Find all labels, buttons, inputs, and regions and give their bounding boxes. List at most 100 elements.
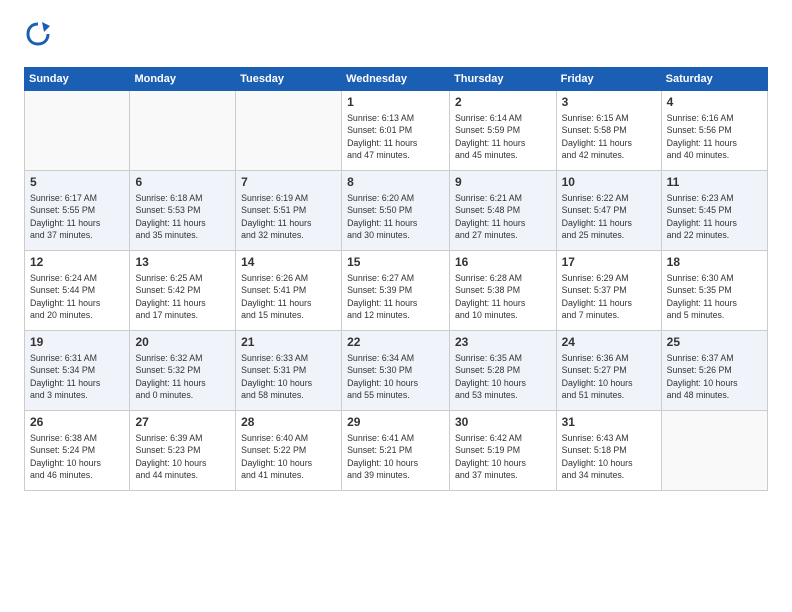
day-number: 2 <box>455 95 551 109</box>
day-info: Sunrise: 6:24 AM Sunset: 5:44 PM Dayligh… <box>30 272 124 321</box>
day-info: Sunrise: 6:34 AM Sunset: 5:30 PM Dayligh… <box>347 352 444 401</box>
calendar-cell <box>25 91 130 171</box>
calendar-cell: 12 Sunrise: 6:24 AM Sunset: 5:44 PM Dayli… <box>25 251 130 331</box>
calendar-cell: 7 Sunrise: 6:19 AM Sunset: 5:51 PM Daylig… <box>236 171 342 251</box>
day-info: Sunrise: 6:37 AM Sunset: 5:26 PM Dayligh… <box>667 352 762 401</box>
calendar-cell: 4 Sunrise: 6:16 AM Sunset: 5:56 PM Daylig… <box>661 91 767 171</box>
day-info: Sunrise: 6:19 AM Sunset: 5:51 PM Dayligh… <box>241 192 336 241</box>
weekday-header-saturday: Saturday <box>661 68 767 91</box>
day-info: Sunrise: 6:29 AM Sunset: 5:37 PM Dayligh… <box>562 272 656 321</box>
day-info: Sunrise: 6:36 AM Sunset: 5:27 PM Dayligh… <box>562 352 656 401</box>
calendar-cell <box>236 91 342 171</box>
calendar-cell: 24Sunrise: 6:36 AM Sunset: 5:27 PM Dayli… <box>556 331 661 411</box>
day-info: Sunrise: 6:26 AM Sunset: 5:41 PM Dayligh… <box>241 272 336 321</box>
calendar-week-row: 19 Sunrise: 6:31 AM Sunset: 5:34 PM Dayli… <box>25 331 768 411</box>
calendar-cell: 2 Sunrise: 6:14 AM Sunset: 5:59 PM Daylig… <box>450 91 557 171</box>
calendar-cell: 25 Sunrise: 6:37 AM Sunset: 5:26 PM Dayli… <box>661 331 767 411</box>
day-number: 6 <box>135 175 230 189</box>
day-info: Sunrise: 6:25 AM Sunset: 5:42 PM Dayligh… <box>135 272 230 321</box>
page: SundayMondayTuesdayWednesdayThursdayFrid… <box>0 0 792 612</box>
weekday-header-monday: Monday <box>130 68 236 91</box>
calendar-cell: 23 Sunrise: 6:35 AM Sunset: 5:28 PM Dayli… <box>450 331 557 411</box>
day-number: 8 <box>347 175 444 189</box>
day-number: 13 <box>135 255 230 269</box>
day-number: 5 <box>30 175 124 189</box>
day-number: 1 <box>347 95 444 109</box>
day-info: Sunrise: 6:41 AM Sunset: 5:21 PM Dayligh… <box>347 432 444 481</box>
day-number: 19 <box>30 335 124 349</box>
day-number: 10 <box>562 175 656 189</box>
day-info: Sunrise: 6:27 AM Sunset: 5:39 PM Dayligh… <box>347 272 444 321</box>
day-info: Sunrise: 6:20 AM Sunset: 5:50 PM Dayligh… <box>347 192 444 241</box>
calendar-cell: 18Sunrise: 6:30 AM Sunset: 5:35 PM Dayli… <box>661 251 767 331</box>
day-info: Sunrise: 6:33 AM Sunset: 5:31 PM Dayligh… <box>241 352 336 401</box>
day-number: 20 <box>135 335 230 349</box>
day-info: Sunrise: 6:14 AM Sunset: 5:59 PM Dayligh… <box>455 112 551 161</box>
day-number: 25 <box>667 335 762 349</box>
calendar-cell: 26 Sunrise: 6:38 AM Sunset: 5:24 PM Dayli… <box>25 411 130 491</box>
header <box>24 20 768 53</box>
day-info: Sunrise: 6:32 AM Sunset: 5:32 PM Dayligh… <box>135 352 230 401</box>
day-info: Sunrise: 6:28 AM Sunset: 5:38 PM Dayligh… <box>455 272 551 321</box>
weekday-header-wednesday: Wednesday <box>342 68 450 91</box>
day-number: 26 <box>30 415 124 429</box>
day-number: 14 <box>241 255 336 269</box>
calendar-cell: 30Sunrise: 6:42 AM Sunset: 5:19 PM Dayli… <box>450 411 557 491</box>
calendar-cell: 31Sunrise: 6:43 AM Sunset: 5:18 PM Dayli… <box>556 411 661 491</box>
day-info: Sunrise: 6:38 AM Sunset: 5:24 PM Dayligh… <box>30 432 124 481</box>
calendar-cell <box>130 91 236 171</box>
calendar-cell: 15 Sunrise: 6:27 AM Sunset: 5:39 PM Dayli… <box>342 251 450 331</box>
calendar: SundayMondayTuesdayWednesdayThursdayFrid… <box>24 67 768 491</box>
day-number: 27 <box>135 415 230 429</box>
logo <box>24 20 56 53</box>
day-number: 30 <box>455 415 551 429</box>
day-number: 3 <box>562 95 656 109</box>
calendar-cell: 11Sunrise: 6:23 AM Sunset: 5:45 PM Dayli… <box>661 171 767 251</box>
calendar-cell: 21 Sunrise: 6:33 AM Sunset: 5:31 PM Dayli… <box>236 331 342 411</box>
calendar-cell: 5 Sunrise: 6:17 AM Sunset: 5:55 PM Daylig… <box>25 171 130 251</box>
day-number: 12 <box>30 255 124 269</box>
day-number: 17 <box>562 255 656 269</box>
day-number: 29 <box>347 415 444 429</box>
calendar-cell: 14 Sunrise: 6:26 AM Sunset: 5:41 PM Dayli… <box>236 251 342 331</box>
calendar-week-row: 26 Sunrise: 6:38 AM Sunset: 5:24 PM Dayli… <box>25 411 768 491</box>
day-info: Sunrise: 6:13 AM Sunset: 6:01 PM Dayligh… <box>347 112 444 161</box>
calendar-cell: 27 Sunrise: 6:39 AM Sunset: 5:23 PM Dayli… <box>130 411 236 491</box>
day-number: 4 <box>667 95 762 109</box>
day-info: Sunrise: 6:30 AM Sunset: 5:35 PM Dayligh… <box>667 272 762 321</box>
logo-icon <box>24 20 52 48</box>
day-info: Sunrise: 6:35 AM Sunset: 5:28 PM Dayligh… <box>455 352 551 401</box>
day-number: 21 <box>241 335 336 349</box>
calendar-cell: 17 Sunrise: 6:29 AM Sunset: 5:37 PM Dayli… <box>556 251 661 331</box>
calendar-cell: 29 Sunrise: 6:41 AM Sunset: 5:21 PM Dayli… <box>342 411 450 491</box>
calendar-cell: 10 Sunrise: 6:22 AM Sunset: 5:47 PM Dayli… <box>556 171 661 251</box>
weekday-header-thursday: Thursday <box>450 68 557 91</box>
day-info: Sunrise: 6:22 AM Sunset: 5:47 PM Dayligh… <box>562 192 656 241</box>
day-number: 31 <box>562 415 656 429</box>
day-info: Sunrise: 6:31 AM Sunset: 5:34 PM Dayligh… <box>30 352 124 401</box>
day-number: 23 <box>455 335 551 349</box>
day-number: 7 <box>241 175 336 189</box>
day-number: 9 <box>455 175 551 189</box>
calendar-header-row: SundayMondayTuesdayWednesdayThursdayFrid… <box>25 68 768 91</box>
day-info: Sunrise: 6:16 AM Sunset: 5:56 PM Dayligh… <box>667 112 762 161</box>
day-number: 28 <box>241 415 336 429</box>
calendar-cell: 9 Sunrise: 6:21 AM Sunset: 5:48 PM Daylig… <box>450 171 557 251</box>
day-info: Sunrise: 6:17 AM Sunset: 5:55 PM Dayligh… <box>30 192 124 241</box>
day-info: Sunrise: 6:39 AM Sunset: 5:23 PM Dayligh… <box>135 432 230 481</box>
day-number: 16 <box>455 255 551 269</box>
day-number: 15 <box>347 255 444 269</box>
weekday-header-sunday: Sunday <box>25 68 130 91</box>
day-number: 11 <box>667 175 762 189</box>
calendar-cell: 1 Sunrise: 6:13 AM Sunset: 6:01 PM Daylig… <box>342 91 450 171</box>
calendar-cell <box>661 411 767 491</box>
day-info: Sunrise: 6:18 AM Sunset: 5:53 PM Dayligh… <box>135 192 230 241</box>
calendar-cell: 3 Sunrise: 6:15 AM Sunset: 5:58 PM Daylig… <box>556 91 661 171</box>
weekday-header-friday: Friday <box>556 68 661 91</box>
day-info: Sunrise: 6:21 AM Sunset: 5:48 PM Dayligh… <box>455 192 551 241</box>
calendar-cell: 19 Sunrise: 6:31 AM Sunset: 5:34 PM Dayli… <box>25 331 130 411</box>
calendar-week-row: 1 Sunrise: 6:13 AM Sunset: 6:01 PM Daylig… <box>25 91 768 171</box>
day-number: 22 <box>347 335 444 349</box>
day-info: Sunrise: 6:15 AM Sunset: 5:58 PM Dayligh… <box>562 112 656 161</box>
calendar-cell: 8 Sunrise: 6:20 AM Sunset: 5:50 PM Daylig… <box>342 171 450 251</box>
